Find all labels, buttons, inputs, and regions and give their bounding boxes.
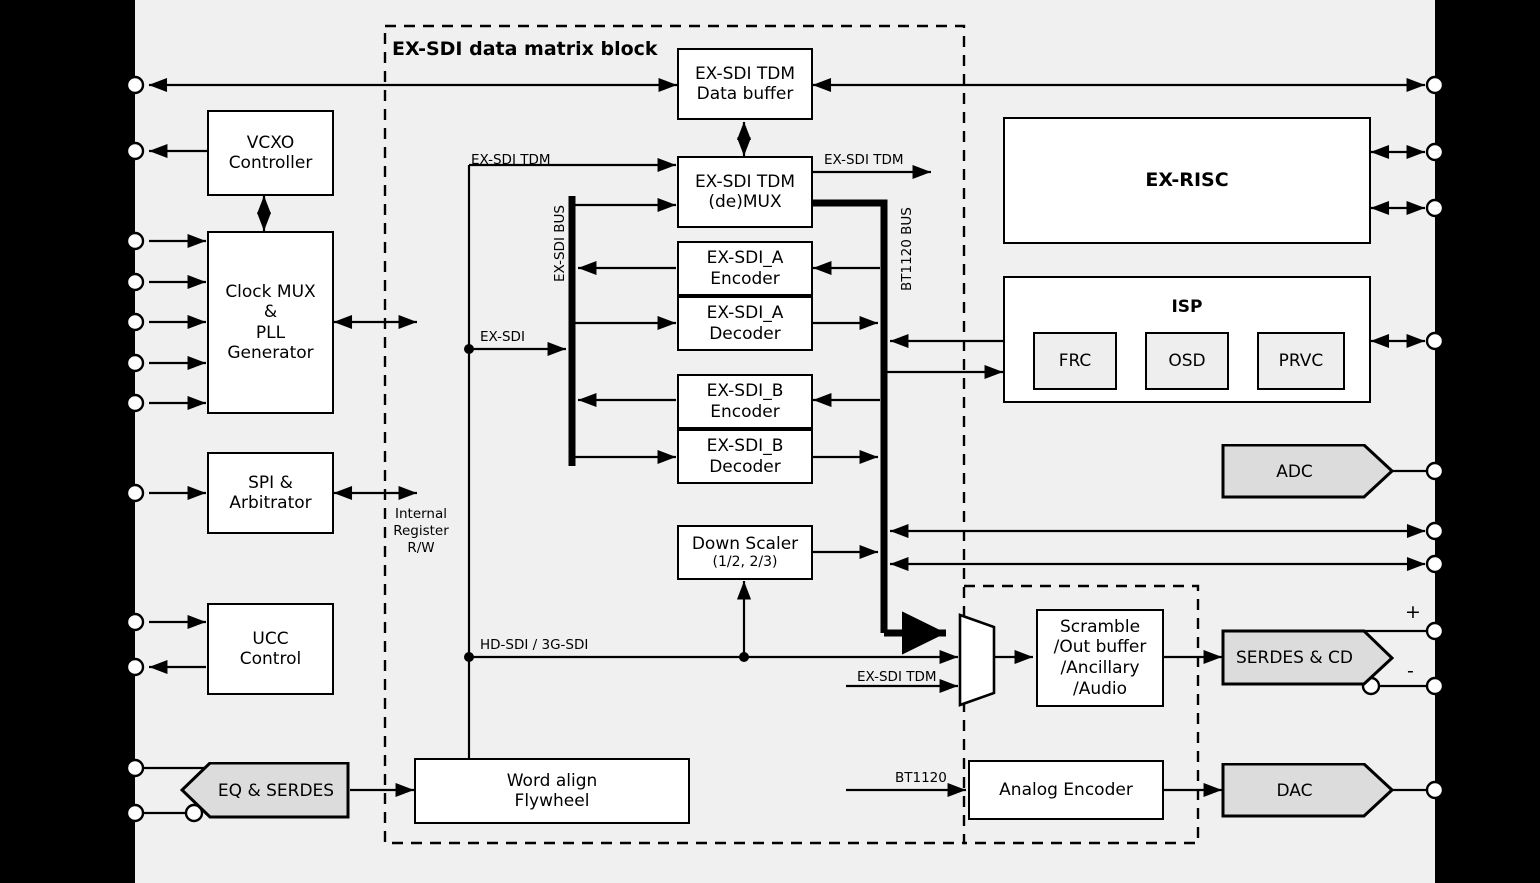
block-down-scaler[interactable]: Down Scaler (1/2, 2/3): [677, 525, 813, 580]
block-exsdi-a-decoder[interactable]: EX-SDI_A Decoder: [677, 296, 813, 351]
osd-label: OSD: [1168, 350, 1206, 371]
adc-label: ADC: [1276, 461, 1313, 482]
tdm-data-buffer-label: EX-SDI TDM Data buffer: [694, 63, 796, 104]
block-dac[interactable]: DAC: [1221, 763, 1394, 818]
block-osd[interactable]: OSD: [1145, 332, 1229, 390]
exsdi-a-encoder-label: EX-SDI_A Encoder: [706, 248, 784, 289]
label-exsdi-tdm-in: EX-SDI TDM: [471, 152, 551, 168]
clock-mux-pll-label: Clock MUX & PLL Generator: [225, 282, 316, 363]
block-prvc[interactable]: PRVC: [1257, 332, 1345, 390]
diagram-stage: VCXO Controller Clock MUX & PLL Generato…: [0, 0, 1540, 883]
spi-arbitrator-label: SPI & Arbitrator: [229, 472, 312, 513]
dac-label: DAC: [1276, 780, 1313, 801]
word-align-label: Word align Flywheel: [506, 770, 598, 811]
block-exsdi-b-encoder[interactable]: EX-SDI_B Encoder: [677, 374, 813, 429]
label-bt1120: BT1120: [895, 770, 947, 786]
analog-encoder-label: Analog Encoder: [999, 779, 1133, 800]
label-internal-register-rw: Internal Register R/W: [393, 506, 449, 556]
block-adc[interactable]: ADC: [1221, 444, 1394, 499]
block-exsdi-b-decoder[interactable]: EX-SDI_B Decoder: [677, 429, 813, 484]
ex-sdi-matrix-block-title: EX-SDI data matrix block: [392, 38, 658, 60]
block-serdes-cd[interactable]: SERDES & CD: [1221, 629, 1394, 686]
label-exsdi: EX-SDI: [480, 329, 525, 345]
vcxo-controller-label: VCXO Controller: [228, 132, 313, 173]
tdm-demux-label: EX-SDI TDM (de)MUX: [694, 171, 796, 212]
ucc-control-label: UCC Control: [239, 628, 302, 669]
block-frc[interactable]: FRC: [1033, 332, 1117, 390]
block-ucc-control[interactable]: UCC Control: [207, 603, 334, 695]
block-spi-arbitrator[interactable]: SPI & Arbitrator: [207, 452, 334, 534]
block-clock-mux-pll[interactable]: Clock MUX & PLL Generator: [207, 231, 334, 414]
exsdi-b-encoder-label: EX-SDI_B Encoder: [706, 381, 784, 422]
label-bt1120-bus: BT1120 BUS: [899, 207, 915, 291]
block-analog-encoder[interactable]: Analog Encoder: [968, 760, 1164, 820]
block-scramble-outbuffer[interactable]: Scramble /Out buffer /Ancillary /Audio: [1036, 609, 1164, 707]
label-polarity-minus: -: [1407, 660, 1414, 682]
prvc-label: PRVC: [1278, 350, 1324, 371]
label-exsdi-bus: EX-SDI BUS: [552, 205, 568, 282]
label-exsdi-tdm-out: EX-SDI TDM: [824, 152, 904, 168]
block-tdm-data-buffer[interactable]: EX-SDI TDM Data buffer: [677, 48, 813, 120]
label-exsdi-tdm-mux: EX-SDI TDM: [857, 669, 937, 685]
output-mux[interactable]: [958, 613, 996, 707]
block-word-align-flywheel[interactable]: Word align Flywheel: [414, 758, 690, 824]
frc-label: FRC: [1058, 350, 1092, 371]
block-tdm-demux[interactable]: EX-SDI TDM (de)MUX: [677, 156, 813, 228]
block-isp[interactable]: ISP FRC OSD PRVC: [1003, 276, 1371, 403]
serdes-cd-label: SERDES & CD: [1236, 647, 1353, 668]
ex-risc-label: EX-RISC: [1145, 169, 1229, 192]
exsdi-a-decoder-label: EX-SDI_A Decoder: [706, 303, 784, 344]
block-vcxo-controller[interactable]: VCXO Controller: [207, 110, 334, 196]
isp-title: ISP: [1171, 297, 1203, 317]
exsdi-b-decoder-label: EX-SDI_B Decoder: [706, 436, 784, 477]
block-eq-serdes[interactable]: EQ & SERDES: [180, 762, 350, 819]
label-hd-sdi-3g-sdi: HD-SDI / 3G-SDI: [480, 637, 589, 653]
label-polarity-plus: +: [1405, 601, 1421, 623]
eq-serdes-label: EQ & SERDES: [217, 780, 335, 801]
down-scaler-label: Down Scaler: [691, 534, 799, 555]
block-ex-risc[interactable]: EX-RISC: [1003, 117, 1371, 244]
down-scaler-ratio: (1/2, 2/3): [712, 554, 778, 571]
block-exsdi-a-encoder[interactable]: EX-SDI_A Encoder: [677, 241, 813, 296]
scramble-label: Scramble /Out buffer /Ancillary /Audio: [1053, 616, 1147, 699]
